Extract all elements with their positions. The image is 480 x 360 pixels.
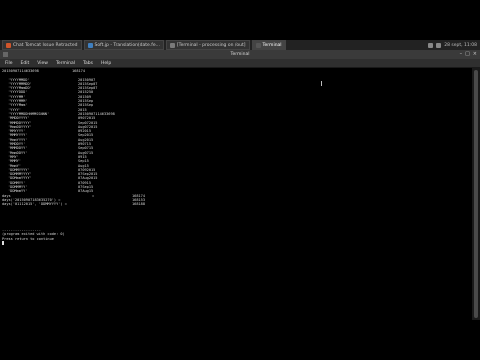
taskbar: Chat Tomcat Issue Retracted Soft.jp - Tr… bbox=[0, 40, 480, 50]
letterbox-top bbox=[0, 0, 480, 40]
continue-prompt: Press return to continue bbox=[2, 236, 54, 241]
output-value bbox=[92, 202, 132, 206]
system-tray: 28 sept, 11:08 bbox=[428, 42, 480, 48]
taskbar-item-terminal[interactable]: Terminal bbox=[251, 40, 286, 50]
menu-tabs[interactable]: Tabs bbox=[83, 61, 93, 66]
terminal-line bbox=[2, 240, 472, 245]
scrollbar[interactable] bbox=[472, 68, 480, 320]
network-icon[interactable] bbox=[428, 42, 434, 48]
app-icon bbox=[87, 42, 93, 48]
window-title: Terminal bbox=[230, 52, 250, 57]
menu-edit[interactable]: Edit bbox=[21, 61, 30, 66]
close-icon[interactable]: × bbox=[473, 51, 477, 57]
taskbar-item-terminal-processing[interactable]: [Terminal - processing on /out] bbox=[165, 40, 250, 50]
output-value: 20150907114633698 bbox=[2, 69, 39, 73]
taskbar-item-chat[interactable]: Chat Tomcat Issue Retracted bbox=[2, 40, 82, 50]
menu-view[interactable]: View bbox=[37, 61, 48, 66]
format-rows: 'YYYYMMDD' 20150907 'YYYYMMMDD' 2015Sep07 'Y… bbox=[2, 78, 472, 194]
days-rows: days = 168174 days('20150907183635270') = 16… bbox=[2, 194, 472, 207]
app-icon bbox=[6, 42, 11, 48]
text-cursor bbox=[2, 240, 4, 245]
terminal-icon bbox=[3, 52, 8, 57]
minimize-icon[interactable]: – bbox=[460, 51, 463, 57]
clock[interactable]: 28 sept, 11:08 bbox=[444, 43, 477, 48]
screen: Chat Tomcat Issue Retracted Soft.jp - Tr… bbox=[0, 0, 480, 360]
maximize-icon[interactable]: □ bbox=[465, 51, 470, 57]
taskbar-item-label: [Terminal - processing on /out] bbox=[176, 42, 246, 48]
format-label: days('01112015', 'DDMMYYYY') = bbox=[2, 202, 67, 207]
taskbar-item-label: Chat Tomcat Issue Retracted bbox=[13, 42, 78, 48]
taskbar-item-label: Soft.jp - Translation(date.fe... bbox=[94, 42, 160, 48]
volume-icon[interactable] bbox=[436, 42, 442, 48]
output-value: 168188 bbox=[132, 202, 145, 207]
taskbar-item-editor[interactable]: Soft.jp - Translation(date.fe... bbox=[83, 40, 164, 50]
menu-bar: File Edit View Terminal Tabs Help bbox=[0, 59, 480, 68]
terminal-icon bbox=[255, 42, 261, 48]
letterbox-bottom bbox=[0, 320, 480, 360]
menu-help[interactable]: Help bbox=[101, 61, 111, 66]
mouse-pointer-icon bbox=[321, 81, 322, 86]
scrollbar-thumb[interactable] bbox=[474, 70, 478, 318]
menu-file[interactable]: File bbox=[5, 61, 13, 66]
taskbar-item-label: Terminal bbox=[262, 42, 282, 48]
menu-terminal[interactable]: Terminal bbox=[56, 61, 75, 66]
terminal-output[interactable]: 20150907114633698 168174 'YYYYMMDD' 20150… bbox=[0, 68, 472, 320]
output-value: 168174 bbox=[72, 69, 85, 73]
window-titlebar[interactable]: Terminal – □ × bbox=[0, 50, 480, 59]
app-icon bbox=[169, 42, 175, 48]
